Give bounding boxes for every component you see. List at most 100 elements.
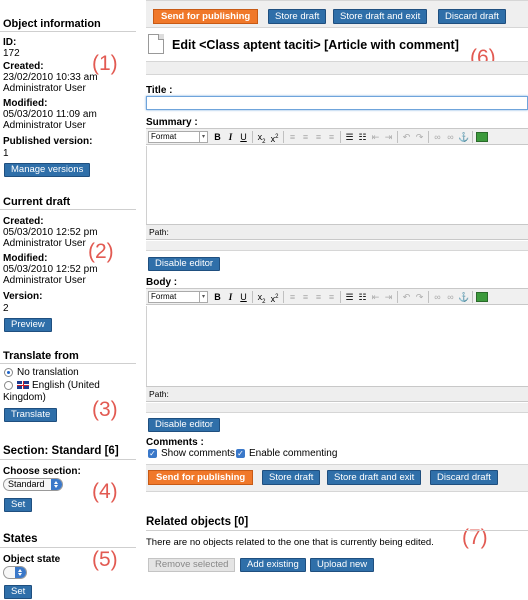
no-translation-radio[interactable] bbox=[4, 368, 13, 377]
bullet-list-icon[interactable]: ☰ bbox=[344, 291, 355, 303]
separator bbox=[283, 291, 284, 303]
align-right-icon[interactable]: ≡ bbox=[313, 131, 324, 143]
outdent-icon[interactable]: ⇤ bbox=[370, 131, 381, 143]
draft-created-value: 05/03/2010 12:52 pm bbox=[3, 227, 98, 238]
annotation-2: (2) bbox=[88, 240, 114, 263]
align-center-icon[interactable]: ≡ bbox=[300, 291, 311, 303]
remove-selected-button[interactable]: Remove selected bbox=[148, 558, 236, 572]
subscript-icon[interactable]: x2 bbox=[256, 131, 267, 145]
send-for-publishing-button[interactable]: Send for publishing bbox=[153, 9, 259, 24]
superscript-icon[interactable]: x2 bbox=[269, 291, 280, 304]
redo-icon[interactable]: ↷ bbox=[414, 291, 425, 303]
english-label: English (United bbox=[32, 380, 100, 391]
separator bbox=[428, 291, 429, 303]
underline-icon[interactable]: U bbox=[238, 291, 249, 303]
discard-draft-button[interactable]: Discard draft bbox=[430, 470, 498, 485]
bold-icon[interactable]: B bbox=[212, 291, 223, 303]
insert-image-icon[interactable] bbox=[476, 292, 488, 302]
body-path-bar: Path: bbox=[146, 386, 528, 402]
english-label-cont: Kingdom) bbox=[3, 392, 46, 403]
body-resize-bar[interactable] bbox=[146, 403, 528, 413]
italic-icon[interactable]: I bbox=[225, 291, 236, 303]
format-select[interactable]: Format ▾ bbox=[148, 291, 208, 303]
subscript-icon[interactable]: x2 bbox=[256, 291, 267, 305]
show-comments-label: Show comments bbox=[161, 448, 235, 459]
draft-modified-value: 05/03/2010 12:52 pm bbox=[3, 264, 98, 275]
document-icon bbox=[148, 34, 164, 54]
object-state-select[interactable] bbox=[3, 566, 27, 579]
numbered-list-icon[interactable]: ☷ bbox=[357, 291, 368, 303]
undo-icon[interactable]: ↶ bbox=[401, 131, 412, 143]
set-section-button[interactable]: Set bbox=[4, 498, 33, 512]
summary-toolbar: Format ▾ B I U x2 x2 ≡ ≡ ≡ ≡ ☰ ☷ ⇤ ⇥ ↶ ↷ … bbox=[146, 128, 528, 145]
enable-commenting-checkbox[interactable]: ✓ bbox=[236, 449, 245, 458]
italic-icon[interactable]: I bbox=[225, 131, 236, 143]
separator bbox=[283, 131, 284, 143]
disable-editor-button[interactable]: Disable editor bbox=[148, 257, 221, 271]
format-select[interactable]: Format ▾ bbox=[148, 131, 208, 143]
underline-icon[interactable]: U bbox=[238, 131, 249, 143]
published-version-label: Published version: bbox=[3, 136, 93, 147]
indent-icon[interactable]: ⇥ bbox=[383, 131, 394, 143]
id-label: ID: bbox=[3, 37, 17, 48]
summary-resize-bar[interactable] bbox=[146, 241, 528, 251]
separator bbox=[428, 131, 429, 143]
anchor-icon[interactable]: ⚓ bbox=[458, 131, 469, 143]
align-justify-icon[interactable]: ≡ bbox=[326, 131, 337, 143]
superscript-icon[interactable]: x2 bbox=[269, 131, 280, 144]
align-center-icon[interactable]: ≡ bbox=[300, 131, 311, 143]
undo-icon[interactable]: ↶ bbox=[401, 291, 412, 303]
upload-new-button[interactable]: Upload new bbox=[310, 558, 375, 572]
separator bbox=[340, 131, 341, 143]
store-draft-button[interactable]: Store draft bbox=[262, 470, 321, 485]
link-icon[interactable]: ∞ bbox=[432, 131, 443, 143]
created-by: Administrator User bbox=[3, 83, 86, 94]
store-draft-exit-button[interactable]: Store draft and exit bbox=[333, 9, 428, 24]
manage-versions-button[interactable]: Manage versions bbox=[4, 163, 91, 177]
disable-editor-button[interactable]: Disable editor bbox=[148, 418, 221, 432]
enable-commenting-label: Enable commenting bbox=[249, 448, 338, 459]
version-value: 2 bbox=[3, 303, 9, 314]
send-for-publishing-button[interactable]: Send for publishing bbox=[148, 470, 254, 485]
store-draft-exit-button[interactable]: Store draft and exit bbox=[327, 470, 422, 485]
indent-icon[interactable]: ⇥ bbox=[383, 291, 394, 303]
anchor-icon[interactable]: ⚓ bbox=[458, 291, 469, 303]
insert-image-icon[interactable] bbox=[476, 132, 488, 142]
unlink-icon[interactable]: ∞ bbox=[445, 291, 456, 303]
summary-editor[interactable] bbox=[146, 146, 528, 224]
outdent-icon[interactable]: ⇤ bbox=[370, 291, 381, 303]
align-left-icon[interactable]: ≡ bbox=[287, 131, 298, 143]
translate-from-title: Translate from bbox=[3, 350, 79, 362]
preview-button[interactable]: Preview bbox=[4, 318, 52, 332]
align-left-icon[interactable]: ≡ bbox=[287, 291, 298, 303]
numbered-list-icon[interactable]: ☷ bbox=[357, 131, 368, 143]
created-label: Created: bbox=[3, 61, 44, 72]
id-value: 172 bbox=[3, 48, 20, 59]
title-label: Title : bbox=[146, 85, 173, 96]
discard-draft-button[interactable]: Discard draft bbox=[438, 9, 506, 24]
unlink-icon[interactable]: ∞ bbox=[445, 131, 456, 143]
align-right-icon[interactable]: ≡ bbox=[313, 291, 324, 303]
published-version-value: 1 bbox=[3, 148, 9, 159]
title-input[interactable] bbox=[146, 96, 528, 110]
page-title: Edit <Class aptent taciti> [Article with… bbox=[172, 38, 459, 52]
align-justify-icon[interactable]: ≡ bbox=[326, 291, 337, 303]
link-icon[interactable]: ∞ bbox=[432, 291, 443, 303]
add-existing-button[interactable]: Add existing bbox=[240, 558, 306, 572]
separator bbox=[397, 291, 398, 303]
draft-created-label: Created: bbox=[3, 216, 44, 227]
path-label: Path: bbox=[149, 227, 169, 237]
separator bbox=[252, 131, 253, 143]
show-comments-checkbox[interactable]: ✓ bbox=[148, 449, 157, 458]
section-select[interactable]: Standard bbox=[3, 478, 63, 491]
english-radio[interactable] bbox=[4, 381, 13, 390]
store-draft-button[interactable]: Store draft bbox=[268, 9, 327, 24]
bold-icon[interactable]: B bbox=[212, 131, 223, 143]
translate-button[interactable]: Translate bbox=[4, 408, 58, 422]
bullet-list-icon[interactable]: ☰ bbox=[344, 131, 355, 143]
body-editor[interactable] bbox=[146, 306, 528, 386]
summary-path-bar: Path: bbox=[146, 224, 528, 240]
set-state-button[interactable]: Set bbox=[4, 585, 33, 599]
separator bbox=[472, 291, 473, 303]
redo-icon[interactable]: ↷ bbox=[414, 131, 425, 143]
